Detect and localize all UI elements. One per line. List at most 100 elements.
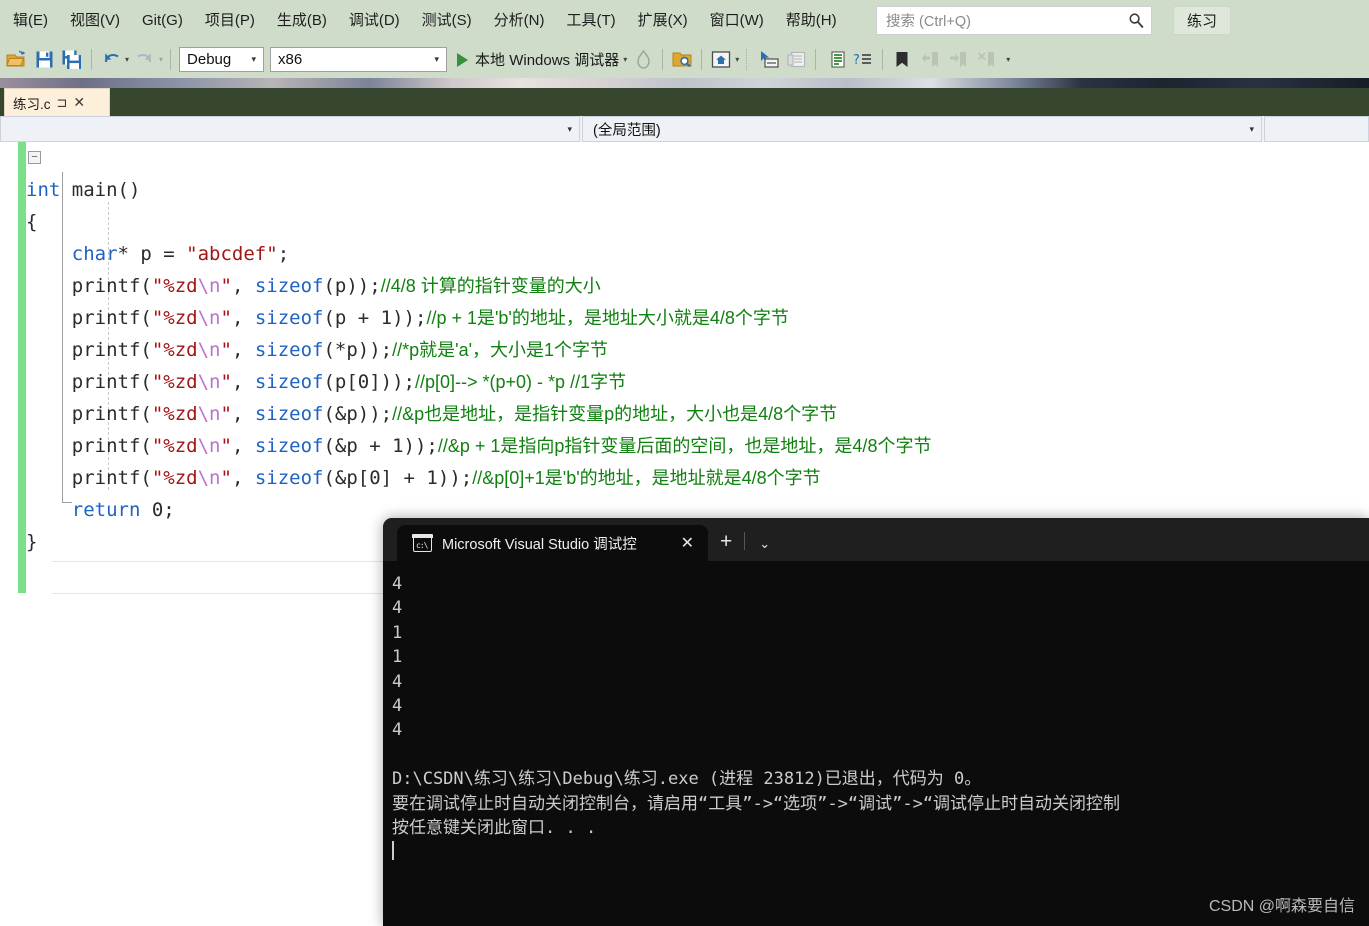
toolbar-separator: [91, 49, 92, 70]
chevron-down-icon[interactable]: ⌄: [745, 536, 784, 552]
solution-platform-combo[interactable]: x86 ▾: [270, 47, 448, 72]
code-line[interactable]: char* p = "abcdef";: [26, 238, 1369, 270]
console-cursor: [392, 840, 1369, 864]
tab-well-background: [0, 88, 1369, 116]
type-scope-value: (全局范围): [593, 122, 661, 139]
code-line[interactable]: printf("%zd\n", sizeof(&p));//&p也是地址，是指针…: [26, 398, 1369, 430]
solution-explorer-icon[interactable]: [822, 47, 848, 73]
menu-item-git[interactable]: Git(G): [131, 7, 194, 35]
toolbox-pointer-icon[interactable]: [755, 47, 781, 73]
code-lines[interactable]: int main(){ char* p = "abcdef"; printf("…: [26, 142, 1369, 558]
code-token: //p[0]--> *(p+0) - *p //1字节: [415, 372, 627, 392]
redo-dropdown-icon[interactable]: ▾: [159, 55, 163, 64]
undo-dropdown-icon[interactable]: ▾: [125, 55, 129, 64]
chevron-down-icon: ▾: [567, 123, 572, 134]
code-token: ;: [277, 243, 290, 265]
visual-studio-window: 辑(E) 视图(V) Git(G) 项目(P) 生成(B) 调试(D) 测试(S…: [0, 0, 1369, 926]
code-token: \n: [197, 371, 221, 393]
console-line: D:\CSDN\练习\练习\Debug\练习.exe (进程 23812)已退出…: [392, 769, 982, 790]
debug-console-window[interactable]: c:\ Microsoft Visual Studio 调试控 ✕ + ⌄ 44…: [383, 518, 1369, 926]
toolbar-separator-6: [815, 49, 817, 70]
next-bookmark-icon[interactable]: [945, 47, 971, 73]
menu-item-extensions[interactable]: 扩展(X): [627, 7, 699, 35]
console-line: 4: [392, 671, 403, 692]
code-token: printf(: [26, 403, 152, 425]
hot-reload-icon[interactable]: [630, 47, 656, 73]
code-token: "%zd: [151, 435, 198, 457]
code-token: "%zd: [151, 467, 198, 489]
start-debugging-button[interactable]: 本地 Windows 调试器: [450, 49, 623, 70]
code-token: sizeof: [254, 467, 324, 489]
toggle-bookmark-icon[interactable]: [889, 47, 915, 73]
window-layout-dropdown-icon[interactable]: ▾: [735, 55, 739, 64]
code-line[interactable]: printf("%zd\n", sizeof(&p + 1));//&p + 1…: [26, 430, 1369, 462]
undo-icon[interactable]: [98, 47, 124, 73]
member-scope-combo[interactable]: [1264, 116, 1369, 142]
code-token: printf(: [26, 467, 152, 489]
home-window-icon[interactable]: [708, 47, 734, 73]
code-token: (p[0]));: [323, 371, 415, 393]
code-token: ,: [231, 403, 255, 425]
menu-item-analyze[interactable]: 分析(N): [483, 7, 556, 35]
code-line[interactable]: printf("%zd\n", sizeof(p + 1));//p + 1是'…: [26, 302, 1369, 334]
solution-configuration-combo[interactable]: Debug ▾: [179, 47, 265, 72]
code-token: //&p[0]+1是'b'的地址，是地址就是4/8个字节: [472, 468, 821, 488]
code-token: "%zd: [151, 371, 198, 393]
menu-item-edit[interactable]: 辑(E): [2, 7, 59, 35]
find-in-files-icon[interactable]: [669, 47, 695, 73]
menu-item-project[interactable]: 项目(P): [194, 7, 266, 35]
menu-item-window[interactable]: 窗口(W): [699, 7, 775, 35]
properties-window-icon[interactable]: [783, 47, 809, 73]
code-token: \n: [197, 403, 221, 425]
code-line[interactable]: printf("%zd\n", sizeof(p[0]));//p[0]--> …: [26, 366, 1369, 398]
previous-bookmark-icon[interactable]: [917, 47, 943, 73]
project-name-button[interactable]: 练习: [1173, 6, 1232, 35]
pin-icon[interactable]: ⊐: [57, 95, 68, 111]
close-icon[interactable]: ✕: [675, 533, 700, 553]
terminal-icon: c:\: [412, 533, 433, 552]
menu-item-help[interactable]: 帮助(H): [775, 7, 848, 35]
console-line: 1: [392, 647, 403, 668]
open-file-icon[interactable]: [3, 47, 29, 73]
code-token: main: [60, 179, 118, 201]
code-token: (&p + 1));: [323, 435, 438, 457]
search-input[interactable]: 搜索 (Ctrl+Q): [886, 10, 1128, 31]
menu-item-build[interactable]: 生成(B): [266, 7, 338, 35]
search-box[interactable]: 搜索 (Ctrl+Q): [876, 6, 1152, 35]
new-tab-icon[interactable]: +: [708, 530, 744, 554]
menu-item-debug[interactable]: 调试(D): [338, 7, 411, 35]
clear-bookmarks-icon[interactable]: [973, 47, 999, 73]
collapse-region-icon[interactable]: −: [28, 151, 41, 164]
code-token: ": [220, 435, 232, 457]
save-icon[interactable]: [31, 47, 57, 73]
project-scope-combo[interactable]: ▾: [0, 116, 580, 142]
code-line[interactable]: printf("%zd\n", sizeof(p));//4/8 计算的指针变量…: [26, 270, 1369, 302]
code-token: ,: [231, 467, 255, 489]
properties-pages-icon[interactable]: ?: [850, 47, 876, 73]
console-tab[interactable]: c:\ Microsoft Visual Studio 调试控 ✕: [397, 525, 708, 561]
start-debugging-dropdown-icon[interactable]: ▾: [623, 55, 627, 64]
solution-configuration-value: Debug: [187, 51, 232, 68]
code-line[interactable]: printf("%zd\n", sizeof(*p));//*p就是'a'，大小…: [26, 334, 1369, 366]
console-output[interactable]: 4 4 1 1 4 4 4 D:\CSDN\练习\练习\Debug\练习.exe (进程 2…: [383, 561, 1369, 926]
code-token: //4/8 计算的指针变量的大小: [380, 276, 601, 296]
code-token: printf(: [26, 435, 152, 457]
close-icon[interactable]: ✕: [73, 94, 85, 111]
standard-toolbar: ▾ ▾ Debug ▾ x86 ▾ 本地 Windows 调试器 ▾ ▾ ? ▾: [0, 41, 1369, 78]
type-scope-combo[interactable]: (全局范围) ▾: [582, 116, 1262, 142]
csdn-watermark: CSDN @啊森要自信: [1208, 898, 1355, 915]
menu-item-test[interactable]: 测试(S): [411, 7, 483, 35]
document-tab-label: 练习.c: [13, 96, 51, 112]
redo-icon[interactable]: [132, 47, 158, 73]
menu-item-tools[interactable]: 工具(T): [555, 7, 626, 35]
menu-item-view[interactable]: 视图(V): [59, 7, 131, 35]
code-line[interactable]: int main(): [26, 174, 1369, 206]
document-tab-exercise-c[interactable]: 练习.c ⊐ ✕: [4, 88, 110, 116]
code-token: sizeof: [254, 339, 324, 361]
toolbar-overflow-icon[interactable]: ▾: [1006, 55, 1010, 64]
save-all-icon[interactable]: [59, 47, 85, 73]
code-line[interactable]: {: [26, 206, 1369, 238]
code-line[interactable]: printf("%zd\n", sizeof(&p[0] + 1));//&p[…: [26, 462, 1369, 494]
